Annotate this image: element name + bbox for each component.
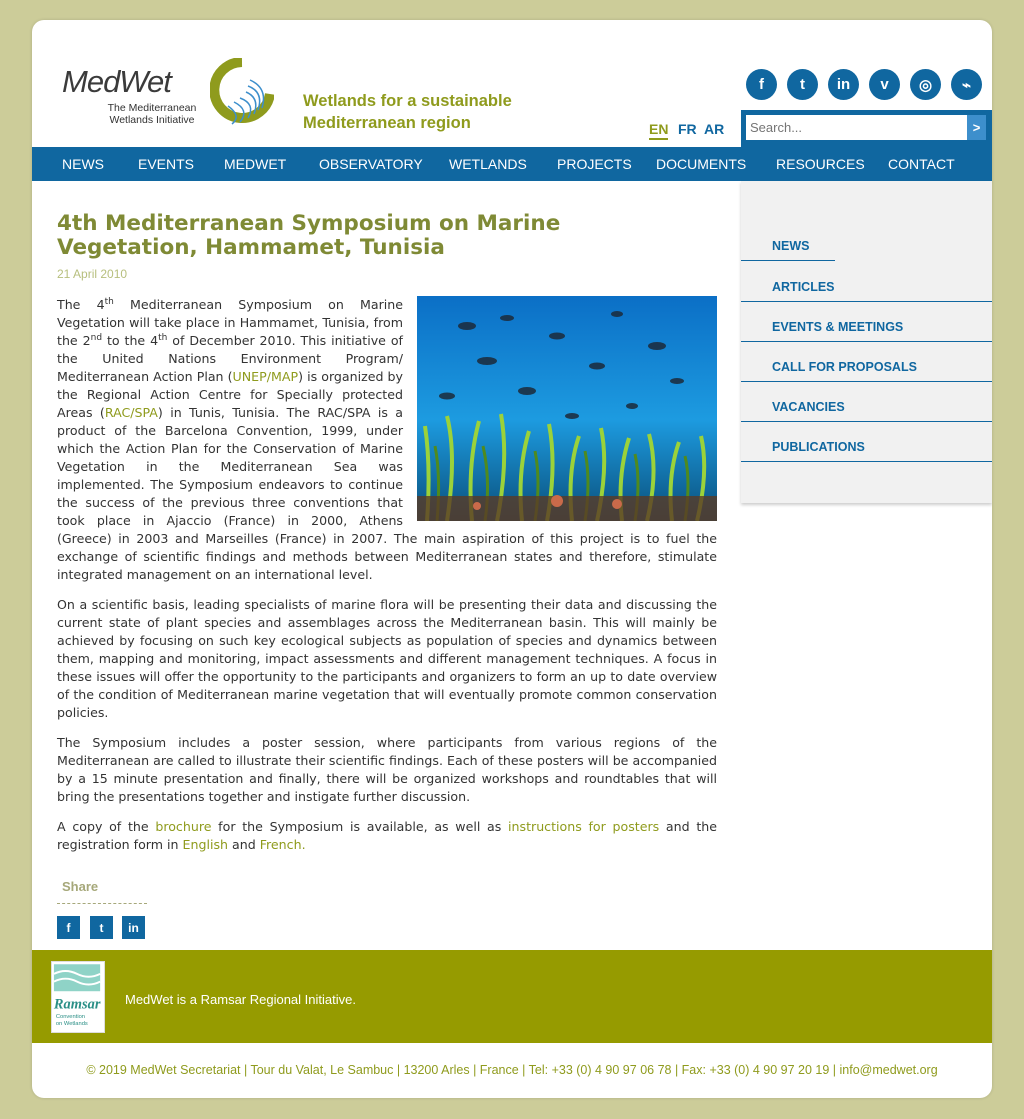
english-form-link[interactable]: English [183, 837, 228, 852]
nav-medwet[interactable]: MEDWET [224, 147, 286, 181]
vimeo-icon[interactable]: v [869, 69, 900, 100]
unep-map-link[interactable]: UNEP/MAP [233, 369, 299, 384]
text-run: and [228, 837, 260, 852]
sidebar-item-events-meetings[interactable]: EVENTS & MEETINGS [772, 320, 903, 334]
sidebar-divider [741, 381, 992, 382]
medwet-logo[interactable]: MedWet The Mediterranean Wetlands Initia… [62, 58, 274, 134]
text-run: to the 4 [102, 333, 159, 348]
nav-news[interactable]: NEWS [62, 147, 104, 181]
linkedin-icon[interactable]: in [828, 69, 859, 100]
nav-documents[interactable]: DOCUMENTS [656, 147, 746, 181]
search-bar: > [741, 110, 992, 147]
sidebar-menu: NEWS ARTICLES EVENTS & MEETINGS CALL FOR… [741, 181, 992, 503]
logo-wordmark: MedWet [62, 64, 172, 99]
sidebar-item-vacancies[interactable]: VACANCIES [772, 400, 845, 414]
nav-wetlands[interactable]: WETLANDS [449, 147, 527, 181]
superscript: th [158, 332, 168, 343]
nav-resources[interactable]: RESOURCES [776, 147, 865, 181]
article-paragraph-4: A copy of the brochure for the Symposium… [57, 818, 717, 854]
lang-ar-link[interactable]: AR [704, 121, 724, 137]
sidebar-item-articles[interactable]: ARTICLES [772, 280, 835, 294]
tagline-line-1: Wetlands for a sustainable [303, 92, 512, 110]
fingerprint-logo-icon [210, 58, 274, 125]
article-title: 4th Mediterranean Symposium on Marine Ve… [57, 211, 561, 260]
rac-spa-link[interactable]: RAC/SPA [105, 405, 158, 420]
ramsar-word: Ramsar [53, 997, 101, 1013]
logo-subtitle: The Mediterranean Wetlands Initiative [107, 102, 197, 126]
sidebar-active-underline [741, 260, 835, 261]
instructions-for-posters-link[interactable]: instructions for posters [508, 819, 659, 834]
nav-contact[interactable]: CONTACT [888, 147, 955, 181]
nav-events[interactable]: EVENTS [138, 147, 194, 181]
article-body: The 4th Mediterranean Symposium on Marin… [57, 296, 717, 866]
french-form-link[interactable]: French. [260, 837, 306, 852]
nav-observatory[interactable]: OBSERVATORY [319, 147, 423, 181]
page-container: MedWet The Mediterranean Wetlands Initia… [32, 20, 992, 1098]
lang-en-link[interactable]: EN [649, 121, 669, 140]
sidebar-item-call-for-proposals[interactable]: CALL FOR PROPOSALS [772, 360, 917, 374]
sidebar-divider [741, 421, 992, 422]
text-run: for the Symposium is available, as well … [211, 819, 509, 834]
footer-copyright: © 2019 MedWet Secretariat | Tour du Vala… [86, 1063, 938, 1077]
sidebar-item-news[interactable]: NEWS [772, 239, 810, 253]
ramsar-sub-1: Convention [56, 1014, 85, 1020]
ramsar-logo[interactable]: Ramsar Convention on Wetlands [51, 961, 105, 1033]
tagline-line-2: Mediterranean region [303, 114, 471, 132]
ramsar-sub-2: on Wetlands [56, 1021, 88, 1027]
search-submit-button[interactable]: > [967, 115, 986, 140]
search-input[interactable] [746, 115, 967, 140]
share-linkedin-icon[interactable]: in [122, 916, 145, 939]
ramsar-wave-icon: Ramsar Convention on Wetlands [53, 964, 101, 1027]
article-paragraph-3: The Symposium includes a poster session,… [57, 735, 717, 804]
site-tagline: Wetlands for a sustainable Mediterranean… [303, 90, 512, 134]
share-label: Share [62, 879, 99, 894]
rss-icon[interactable]: ⌁ [951, 69, 982, 100]
text-run: A copy of the [57, 819, 156, 834]
share-facebook-icon[interactable]: f [57, 916, 80, 939]
brochure-link[interactable]: brochure [155, 819, 211, 834]
sidebar-divider [741, 301, 992, 302]
footer-band: Ramsar Convention on Wetlands MedWet is … [32, 950, 992, 1043]
article-date: 21 April 2010 [57, 267, 128, 281]
text-run: The 4 [57, 297, 105, 312]
facebook-icon[interactable]: f [746, 69, 777, 100]
nav-projects[interactable]: PROJECTS [557, 147, 632, 181]
underwater-seagrass-image [417, 296, 717, 521]
twitter-icon[interactable]: t [787, 69, 818, 100]
sidebar-item-publications[interactable]: PUBLICATIONS [772, 440, 865, 454]
footer-ramsar-text: MedWet is a Ramsar Regional Initiative. [125, 992, 356, 1007]
superscript: nd [90, 332, 103, 343]
share-divider [57, 903, 147, 904]
main-nav: NEWS EVENTS MEDWET OBSERVATORY WETLANDS … [32, 147, 992, 181]
instagram-icon[interactable]: ◎ [910, 69, 941, 100]
share-twitter-icon[interactable]: t [90, 916, 113, 939]
superscript: th [104, 296, 114, 307]
article-paragraph-2: On a scientific basis, leading specialis… [57, 597, 717, 720]
site-header: MedWet The Mediterranean Wetlands Initia… [32, 20, 992, 147]
lang-fr-link[interactable]: FR [678, 121, 697, 137]
sidebar-divider [741, 341, 992, 342]
sidebar-divider [741, 461, 992, 462]
